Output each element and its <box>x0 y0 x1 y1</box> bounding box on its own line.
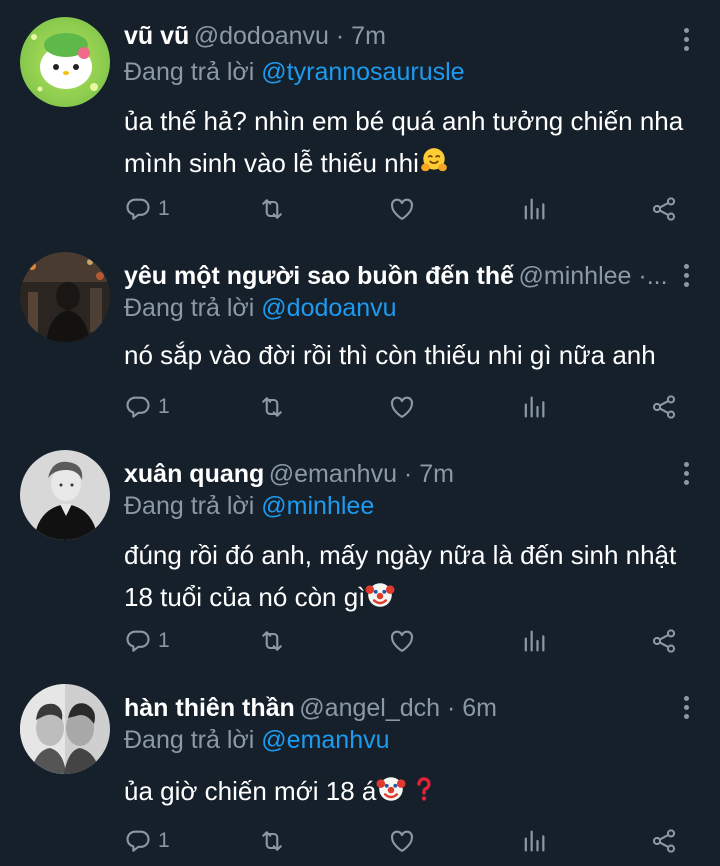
reply-icon <box>124 627 152 655</box>
like-icon <box>388 393 416 421</box>
display-name[interactable]: xuân quang <box>124 460 264 488</box>
reply-count: 1 <box>158 197 170 220</box>
replying-to-label: Đang trả lời <box>124 294 255 322</box>
share-button[interactable] <box>650 194 678 224</box>
red-question-mark-emoji <box>414 774 434 804</box>
tweet-text: ủa giờ chiến mới 18 á <box>124 770 690 812</box>
tweet-text-line: 18 tuổi của nó còn gì <box>124 582 366 612</box>
like-icon <box>388 627 416 655</box>
reply-button[interactable]: 1 <box>124 194 170 224</box>
action-bar: 1 <box>124 392 690 422</box>
share-button[interactable] <box>650 392 678 422</box>
more-options-icon[interactable] <box>684 462 690 489</box>
tweet-text-line: ủa giờ chiến mới 18 á <box>124 776 377 806</box>
avatar[interactable] <box>20 450 110 540</box>
reply-tweet[interactable]: hàn thiên thần @angel_dch · 6m Đang trả … <box>0 678 720 866</box>
retweet-icon <box>258 627 286 655</box>
reply-icon <box>124 393 152 421</box>
more-options-icon[interactable] <box>684 28 690 55</box>
retweet-button[interactable] <box>258 826 286 856</box>
reply-icon <box>124 827 152 855</box>
mention-link[interactable]: @minhlee <box>261 492 374 520</box>
views-button[interactable] <box>520 626 548 656</box>
retweet-button[interactable] <box>258 392 286 422</box>
like-icon <box>388 827 416 855</box>
share-button[interactable] <box>650 626 678 656</box>
tweet-text: đúng rồi đó anh, mấy ngày nữa là đến sin… <box>124 534 690 618</box>
reply-count: 1 <box>158 395 170 418</box>
reply-tweet[interactable]: yêu một người sao buồn đến thế @minhlee … <box>0 232 720 442</box>
share-button[interactable] <box>650 826 678 856</box>
views-icon <box>520 195 548 223</box>
views-icon <box>520 827 548 855</box>
handle-and-time[interactable]: @angel_dch · 6m <box>299 694 497 722</box>
reply-icon <box>124 195 152 223</box>
replying-to: Đang trả lời @emanhvu <box>124 726 390 755</box>
tweet-text-line: ủa thế hả? nhìn em bé quá anh tưởng chiế… <box>124 106 684 136</box>
clown-face-emoji <box>365 580 395 610</box>
views-button[interactable] <box>520 826 548 856</box>
mention-link[interactable]: @dodoanvu <box>261 294 396 322</box>
display-name[interactable]: yêu một người sao buồn đến thế <box>124 262 514 290</box>
replying-to: Đang trả lời @minhlee <box>124 492 374 521</box>
views-icon <box>520 393 548 421</box>
replying-to-label: Đang trả lời <box>124 492 255 520</box>
reply-count: 1 <box>158 629 170 652</box>
action-bar: 1 <box>124 826 690 856</box>
share-icon <box>650 827 678 855</box>
like-icon <box>388 195 416 223</box>
clown-face-emoji <box>376 774 406 804</box>
tweet-text-line: đúng rồi đó anh, mấy ngày nữa là đến sin… <box>124 540 677 570</box>
tweet-text: ủa thế hả? nhìn em bé quá anh tưởng chiế… <box>124 100 690 184</box>
share-icon <box>650 627 678 655</box>
like-button[interactable] <box>388 826 416 856</box>
more-options-icon[interactable] <box>684 264 690 291</box>
retweet-icon <box>258 393 286 421</box>
avatar[interactable] <box>20 17 110 107</box>
retweet-button[interactable] <box>258 626 286 656</box>
views-button[interactable] <box>520 194 548 224</box>
tweet-text: nó sắp vào đời rồi thì còn thiếu nhi gì … <box>124 334 690 376</box>
replying-to: Đang trả lời @dodoanvu <box>124 294 397 323</box>
mention-link[interactable]: @emanhvu <box>261 726 389 754</box>
share-icon <box>650 393 678 421</box>
reply-count: 1 <box>158 829 170 852</box>
handle-and-time[interactable]: @minhlee ·... <box>519 262 668 290</box>
tweet-text-line: mình sinh vào lễ thiếu nhi <box>124 148 419 178</box>
action-bar: 1 <box>124 626 690 656</box>
share-icon <box>650 195 678 223</box>
views-icon <box>520 627 548 655</box>
like-button[interactable] <box>388 392 416 422</box>
avatar[interactable] <box>20 684 110 774</box>
reply-button[interactable]: 1 <box>124 392 170 422</box>
retweet-icon <box>258 827 286 855</box>
avatar[interactable] <box>20 252 110 342</box>
reply-button[interactable]: 1 <box>124 826 170 856</box>
retweet-button[interactable] <box>258 194 286 224</box>
reply-tweet[interactable]: xuân quang @emanhvu · 7m Đang trả lời @m… <box>0 442 720 678</box>
retweet-icon <box>258 195 286 223</box>
replying-to: Đang trả lời @tyrannosaurusle <box>124 58 465 87</box>
reply-tweet[interactable]: vũ vũ @dodoanvu · 7m Đang trả lời @tyran… <box>0 0 720 232</box>
handle-and-time[interactable]: @dodoanvu · 7m <box>194 22 386 50</box>
like-button[interactable] <box>388 626 416 656</box>
views-button[interactable] <box>520 392 548 422</box>
handle-and-time[interactable]: @emanhvu · 7m <box>269 460 454 488</box>
action-bar: 1 <box>124 194 690 224</box>
replying-to-label: Đang trả lời <box>124 58 255 86</box>
like-button[interactable] <box>388 194 416 224</box>
display-name[interactable]: hàn thiên thần <box>124 694 295 722</box>
display-name[interactable]: vũ vũ <box>124 22 189 50</box>
replying-to-label: Đang trả lời <box>124 726 255 754</box>
tweet-text-line: nó sắp vào đời rồi thì còn thiếu nhi gì … <box>124 340 656 370</box>
more-options-icon[interactable] <box>684 696 690 723</box>
hugging-face-emoji <box>419 146 449 176</box>
mention-link[interactable]: @tyrannosaurusle <box>261 58 464 86</box>
reply-button[interactable]: 1 <box>124 626 170 656</box>
